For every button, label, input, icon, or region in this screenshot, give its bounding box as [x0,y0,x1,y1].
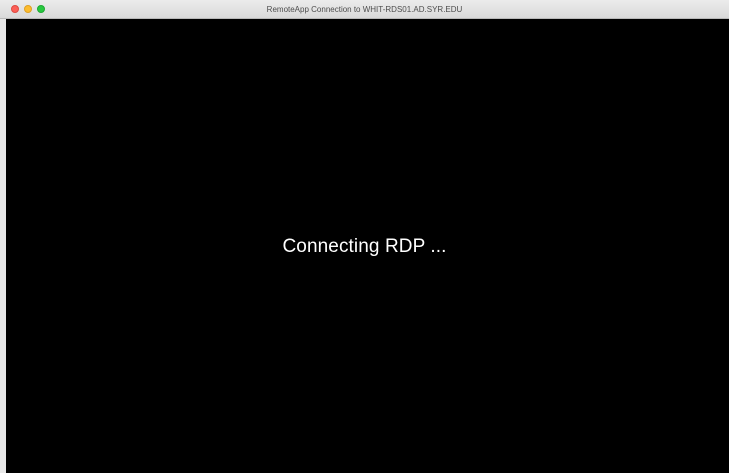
title-bar[interactable]: RemoteApp Connection to WHIT-RDS01.AD.SY… [0,0,729,19]
remoteapp-window: RemoteApp Connection to WHIT-RDS01.AD.SY… [0,0,729,473]
connection-status: Connecting RDP ... [282,236,447,257]
window-title: RemoteApp Connection to WHIT-RDS01.AD.SY… [266,5,463,14]
